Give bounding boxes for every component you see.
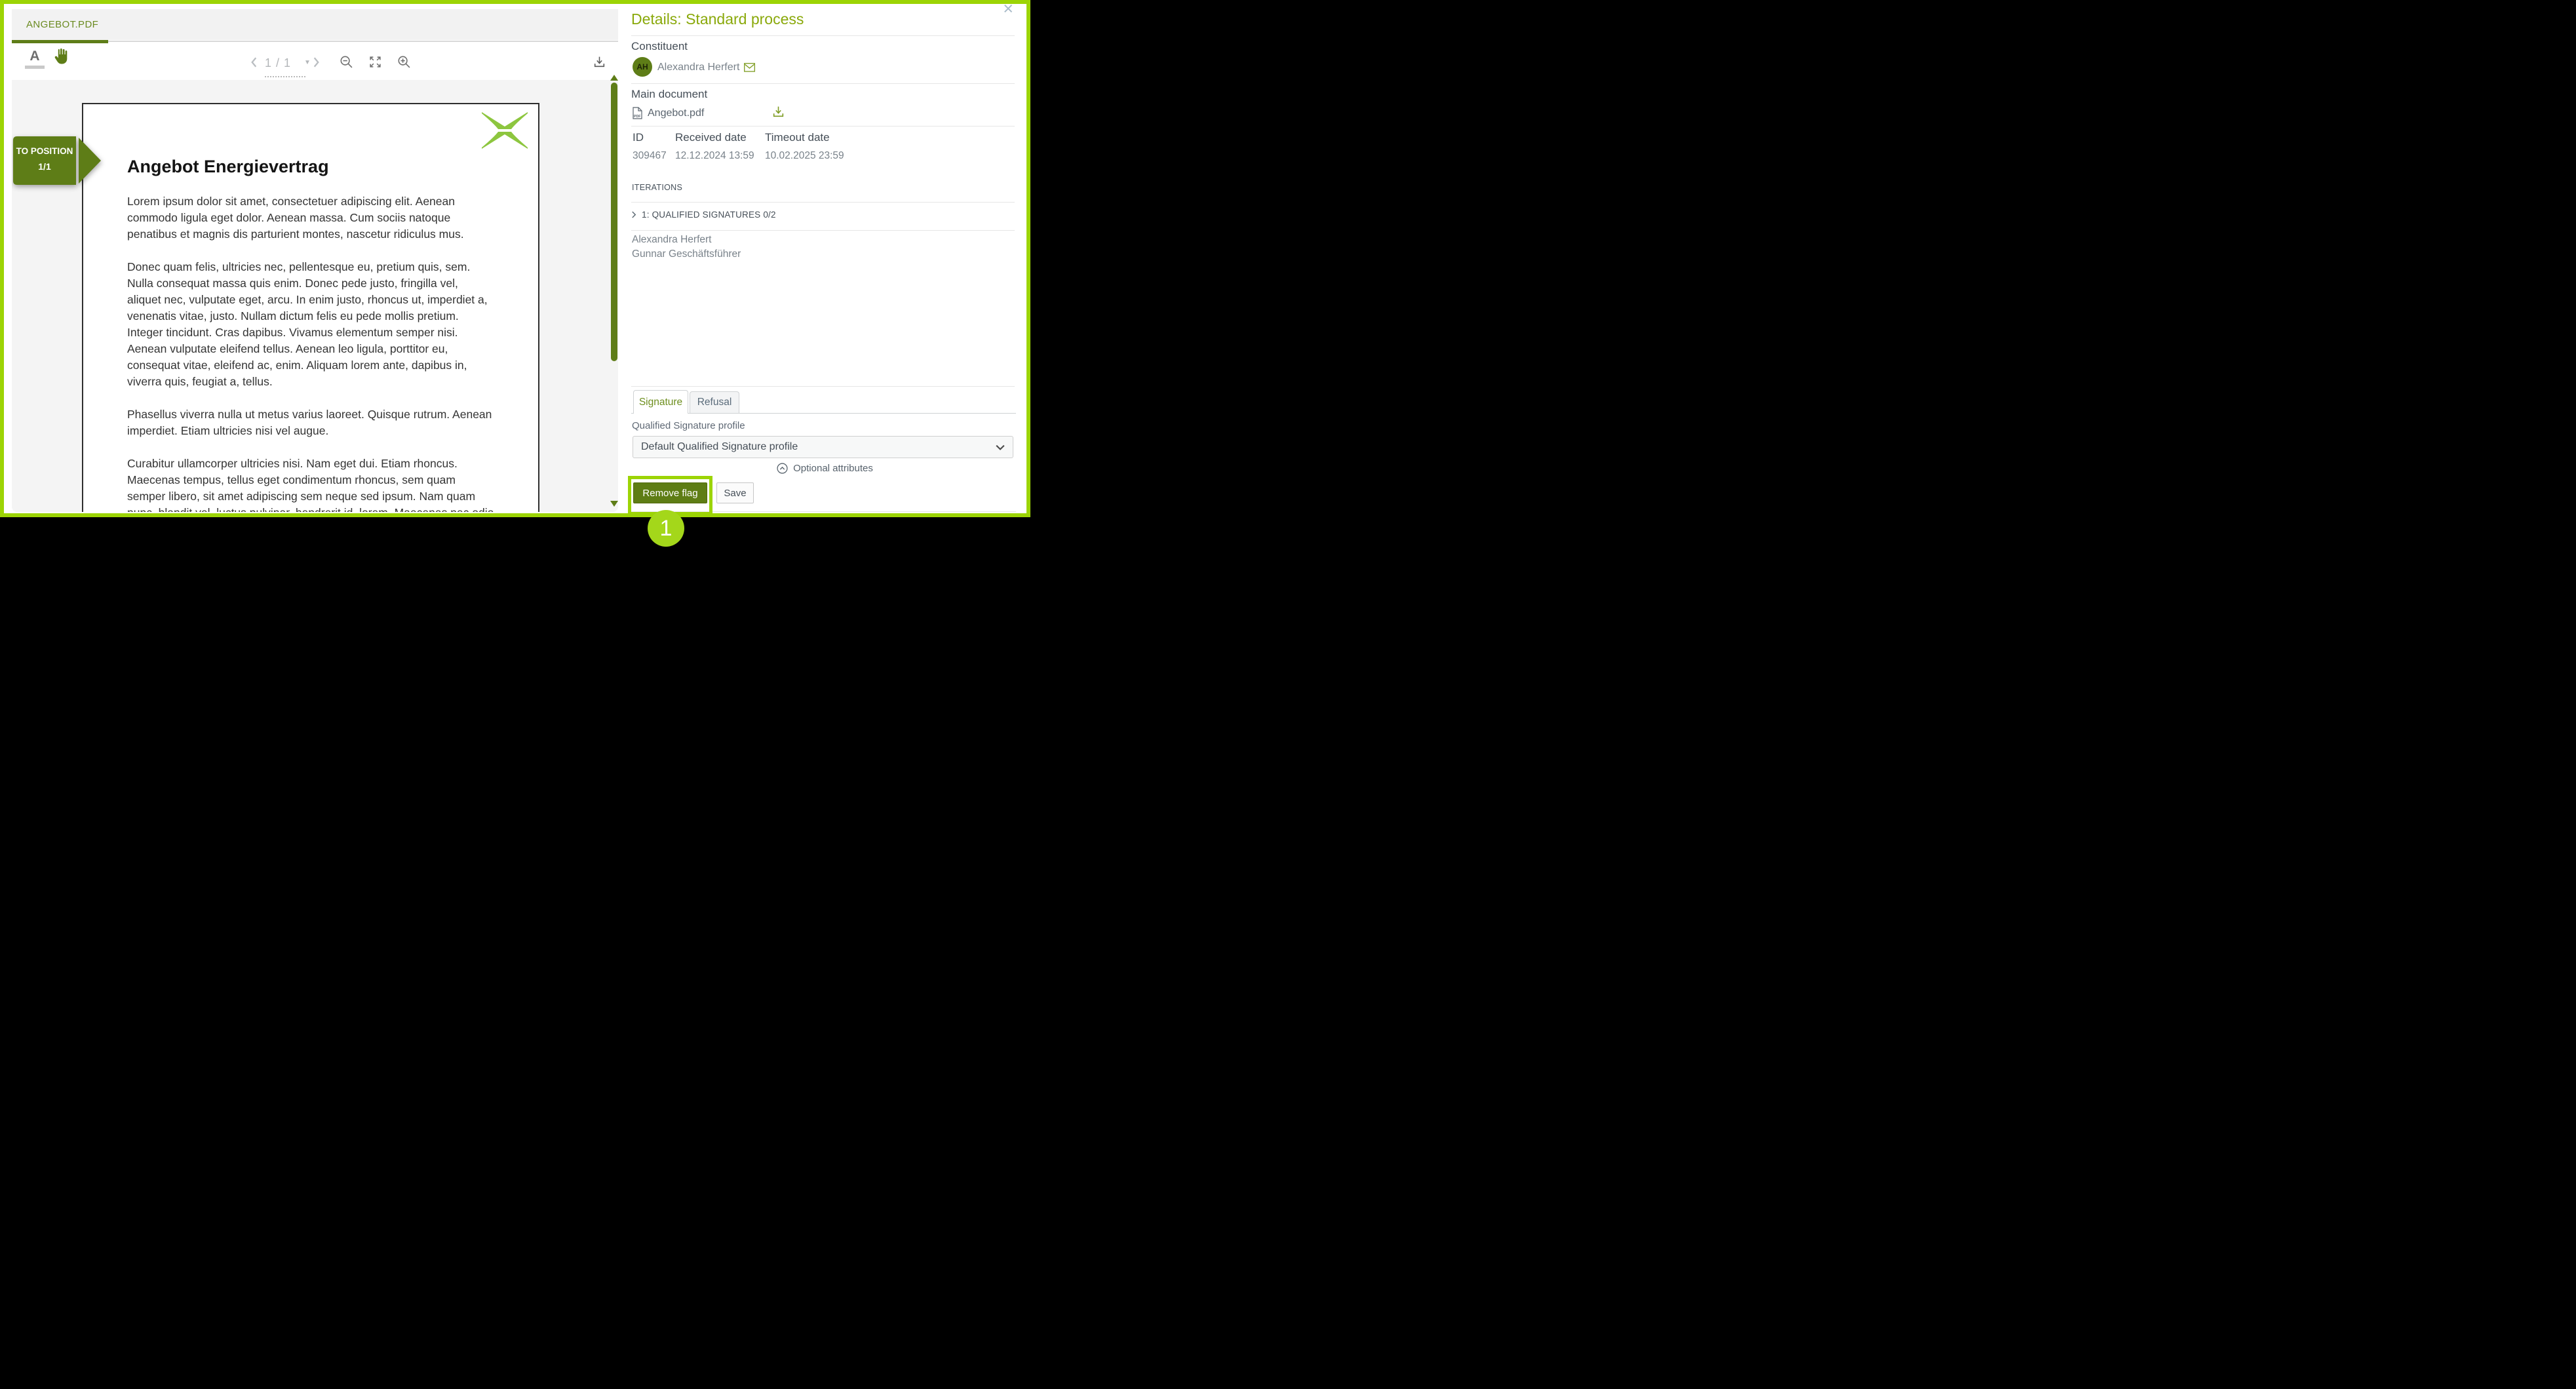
iterations-heading: ITERATIONS <box>632 183 682 192</box>
previous-page-button[interactable] <box>250 56 258 68</box>
constituent-name: Alexandra Herfert <box>657 62 739 73</box>
hand-icon <box>51 47 69 65</box>
chevron-right-icon <box>315 58 319 67</box>
close-icon[interactable]: × <box>1003 0 1013 18</box>
signature-profile-selected-value: Default Qualified Signature profile <box>641 441 996 453</box>
constituent-name-row: Alexandra Herfert <box>657 62 755 73</box>
svg-text:PDF: PDF <box>634 115 640 119</box>
position-marker-label: TO POSITION <box>13 146 76 156</box>
text-tool-icon: A <box>25 49 45 64</box>
details-panel: Details: Standard process × Constituent … <box>631 4 1019 515</box>
download-file-button[interactable] <box>771 105 785 119</box>
annotation-highlight-box <box>628 476 712 515</box>
panel-title: Details: Standard process <box>631 10 804 28</box>
download-document-button[interactable] <box>593 55 606 69</box>
page-number-dotted-underline <box>265 76 305 77</box>
meta-value-id: 309467 <box>633 150 667 162</box>
document-tab[interactable]: ANGEBOT.PDF <box>26 19 98 30</box>
document-body-text: Lorem ipsum dolor sit amet, consectetuer… <box>127 193 494 512</box>
pdf-file-icon: PDF <box>633 107 642 119</box>
tab-signature[interactable]: Signature <box>633 390 688 414</box>
document-scroll-area: Angebot Energievertrag Lorem ipsum dolor… <box>12 80 618 512</box>
text-select-tool-button[interactable]: A <box>25 49 45 69</box>
signer-name: Gunnar Geschäftsführer <box>632 248 741 260</box>
position-marker-shape <box>13 136 101 185</box>
iteration-label: 1: QUALIFIED SIGNATURES 0/2 <box>642 210 776 220</box>
company-logo-icon <box>481 112 528 149</box>
download-icon <box>595 57 604 67</box>
avatar: AH <box>633 57 652 77</box>
tab-refusal[interactable]: Refusal <box>690 391 739 413</box>
divider <box>631 83 1015 84</box>
screenshot-stage: ANGEBOT.PDF A 1 / 1 ▼ <box>0 0 1030 556</box>
divider <box>631 386 1015 387</box>
page-caret-down-icon[interactable]: ▼ <box>304 59 311 66</box>
meta-value-received: 12.12.2024 13:59 <box>675 150 754 162</box>
zoom-in-button[interactable] <box>397 55 411 69</box>
chevron-left-icon <box>252 58 256 67</box>
save-button[interactable]: Save <box>716 482 754 503</box>
chevron-right-icon <box>631 210 636 219</box>
expand-icon <box>370 57 380 67</box>
app-window: ANGEBOT.PDF A 1 / 1 ▼ <box>0 0 1030 517</box>
fit-to-screen-button[interactable] <box>368 55 382 69</box>
main-document-heading: Main document <box>631 88 707 101</box>
document-paragraph: Curabitur ullamcorper ultricies nisi. Na… <box>127 456 494 512</box>
zoom-in-icon <box>399 56 410 68</box>
download-icon <box>774 107 783 117</box>
document-title: Angebot Energievertrag <box>127 157 329 177</box>
zoom-out-icon <box>341 56 352 68</box>
pdf-page: Angebot Energievertrag Lorem ipsum dolor… <box>82 103 539 512</box>
viewer-tabbar: ANGEBOT.PDF <box>12 9 618 43</box>
document-paragraph: Lorem ipsum dolor sit amet, consectetuer… <box>127 193 494 243</box>
pdf-viewer: ANGEBOT.PDF A 1 / 1 ▼ <box>12 9 618 512</box>
to-position-marker[interactable]: TO POSITION 1/1 <box>13 136 101 185</box>
iteration-expand-row[interactable]: 1: QUALIFIED SIGNATURES 0/2 <box>631 210 776 220</box>
document-paragraph: Donec quam felis, ultricies nec, pellent… <box>127 259 494 390</box>
chevron-down-icon <box>996 444 1005 450</box>
divider <box>631 35 1015 36</box>
mail-icon[interactable] <box>744 63 755 72</box>
divider <box>631 230 1015 231</box>
meta-value-timeout: 10.02.2025 23:59 <box>765 150 844 162</box>
scrollbar-thumb[interactable] <box>611 83 617 361</box>
tab-strip-border <box>631 413 1016 414</box>
signer-name: Alexandra Herfert <box>632 234 711 246</box>
constituent-heading: Constituent <box>631 40 688 53</box>
circle-chevron-up-icon <box>777 463 788 474</box>
pan-tool-button[interactable] <box>51 47 69 68</box>
position-marker-page: 1/1 <box>13 161 76 172</box>
viewer-toolbar: A 1 / 1 ▼ <box>12 43 618 80</box>
scrollbar-down-arrow[interactable] <box>610 501 618 507</box>
optional-attributes-label: Optional attributes <box>793 463 873 474</box>
page-number-control[interactable]: 1 / 1 <box>265 56 291 70</box>
meta-header-received: Received date <box>675 131 747 144</box>
annotation-step-badge: 1 <box>648 510 684 547</box>
main-document-file-link[interactable]: PDF Angebot.pdf <box>633 107 704 119</box>
document-paragraph: Phasellus viverra nulla ut metus varius … <box>127 406 494 439</box>
zoom-out-button[interactable] <box>340 55 353 69</box>
optional-attributes-toggle[interactable]: Optional attributes <box>631 463 1019 474</box>
scrollbar-up-arrow[interactable] <box>610 75 618 81</box>
meta-header-timeout: Timeout date <box>765 131 830 144</box>
signature-profile-select[interactable]: Default Qualified Signature profile <box>633 436 1013 458</box>
meta-header-id: ID <box>633 131 644 144</box>
divider <box>631 126 1015 127</box>
main-document-filename: Angebot.pdf <box>648 108 704 119</box>
text-tool-underline <box>25 66 45 69</box>
divider <box>631 202 1015 203</box>
qualified-signature-profile-label: Qualified Signature profile <box>632 420 745 431</box>
viewer-tabbar-background <box>12 9 618 40</box>
next-page-button[interactable] <box>312 56 321 68</box>
